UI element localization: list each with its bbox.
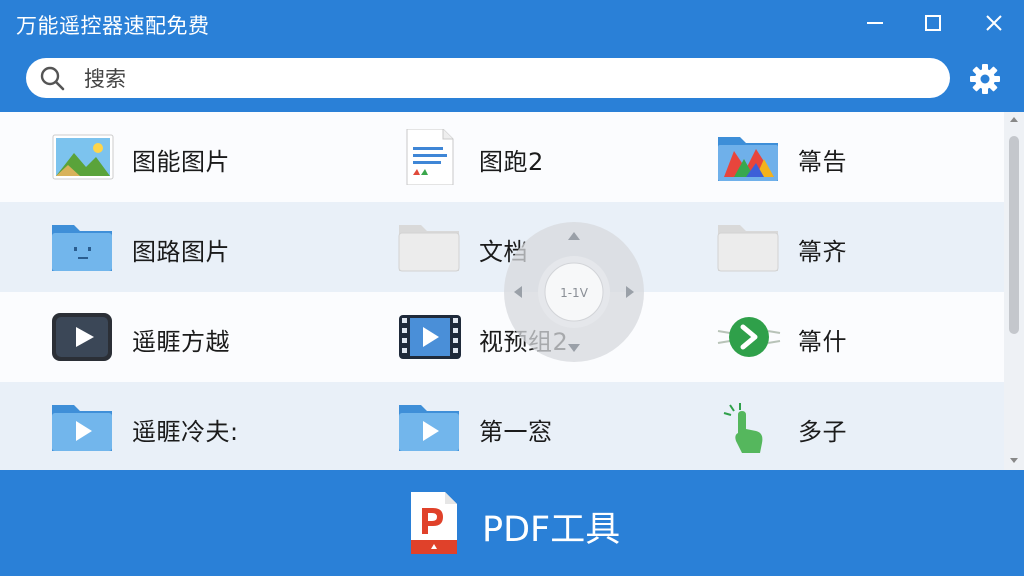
grid-row: 遥睚冷夫: 第一窓 多子 [0,382,1004,470]
grid-item-label: 多子 [798,418,847,446]
vertical-scrollbar[interactable] [1004,112,1024,470]
grid-item-label: 遥睚方越 [132,328,230,356]
green-arrow-icon [716,309,782,365]
minimize-button[interactable] [858,8,892,38]
app-title: 万能遥控器速配免费 [16,14,210,38]
grid-item-label: 图路图片 [132,238,230,266]
video-folder-icon [50,399,116,455]
search-icon [40,66,65,91]
grid-item-label: 箒什 [798,328,847,356]
grid-item-label: 图能图片 [132,148,230,176]
pdf-icon [411,492,457,554]
document-file-icon [397,129,463,185]
picture-file-icon [50,129,116,185]
minimize-icon [867,22,883,24]
blue-folder-icon [50,219,116,275]
title-bar: 万能遥控器速配免费 [0,0,1024,48]
grid-item-label: 箒齐 [798,238,847,266]
grid-item-label: 遥睚冷夫: [132,418,239,446]
search-bar-area [0,48,1024,110]
grid-item[interactable]: 箒告 [716,112,1024,202]
scroll-down-icon[interactable] [1008,456,1020,466]
video-folder-icon [397,399,463,455]
grid-item[interactable]: 遥睚冷夫: [50,382,370,470]
grid-item-label: 图跑2 [479,148,544,176]
video-film-icon [397,309,463,365]
maximize-icon [925,15,941,31]
grid-item[interactable]: 箒什 [716,292,1024,382]
remote-center-label[interactable]: 1-1V [560,286,589,300]
gear-icon[interactable] [968,62,1002,96]
scroll-up-icon[interactable] [1008,114,1020,124]
grid-item[interactable]: 图路图片 [50,202,370,292]
remote-dpad[interactable]: 1-1V [502,220,646,364]
gray-folder-icon [716,219,782,275]
grid-item[interactable]: 遥睚方越 [50,292,370,382]
grid-item-label: 第一窓 [479,418,553,446]
grid-item[interactable]: 多子 [716,382,1024,470]
search-box[interactable] [26,58,950,98]
scroll-thumb[interactable] [1009,136,1019,334]
search-input[interactable] [82,62,926,96]
grid-row: 图能图片 图跑2 箒告 [0,112,1004,202]
footer-label[interactable]: PDF工具 [482,501,620,552]
grid-item[interactable]: 第一窓 [397,382,717,470]
video-player-icon [50,309,116,365]
grid-item[interactable]: 箒齐 [716,202,1024,292]
media-folder-icon [716,129,782,185]
footer-bar[interactable]: PDF工具 [0,470,1024,576]
close-button[interactable] [977,8,1011,38]
grid-item[interactable]: 图跑2 [397,112,717,202]
maximize-button[interactable] [916,8,950,38]
gray-folder-icon [397,219,463,275]
close-icon [986,15,1002,31]
touch-hand-icon [716,399,782,455]
grid-item-label: 箒告 [798,148,847,176]
grid-item[interactable]: 图能图片 [50,112,370,202]
